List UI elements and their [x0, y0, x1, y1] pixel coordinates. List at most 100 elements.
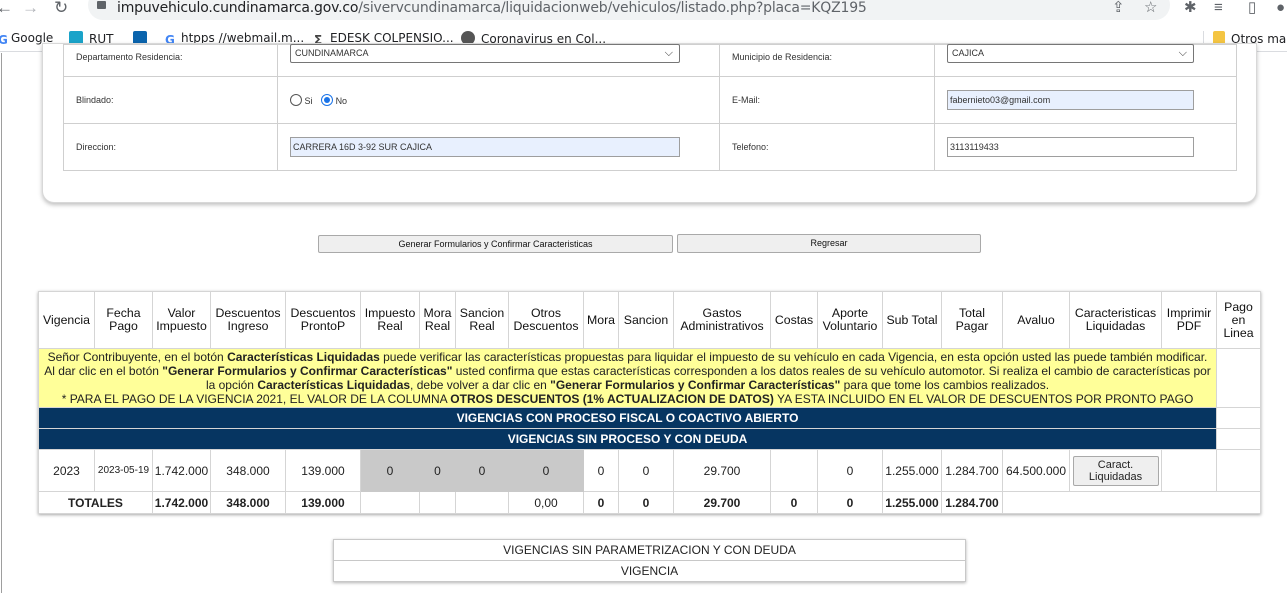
total-valor-impuesto: 1.742.000	[152, 491, 211, 514]
col-fecha-pago: Fecha Pago	[94, 291, 153, 349]
info-notice-row: Señor Contribuyente, en el botón Caracte…	[38, 348, 1261, 408]
vehicle-owner-form: Departamento Residencia: CUNDINAMARCA ⌵ M…	[42, 43, 1257, 203]
left-border	[1, 53, 2, 593]
cell-sancion-real: 0	[455, 449, 509, 492]
generate-forms-button[interactable]: Generar Formularios y Confirmar Caracter…	[318, 235, 673, 253]
info-bold: "Generar Formularios y Confirmar Caracte…	[162, 364, 453, 378]
sin-parametrizacion-vigencia-header: VIGENCIA	[333, 560, 966, 582]
col-avaluo: Avaluo	[1002, 291, 1070, 349]
email-field[interactable]: fabernieto03@gmail.com	[947, 90, 1194, 110]
sin-parametrizacion-table: VIGENCIAS SIN PARAMETRIZACION Y CON DEUD…	[333, 539, 966, 582]
dept-select-value: CUNDINAMARCA	[295, 48, 369, 58]
lock-icon	[97, 1, 106, 9]
col-impuesto-real: Impuesto Real	[360, 291, 420, 349]
municipio-cell: CAJICA ⌵	[934, 44, 1237, 77]
dept-cell: CUNDINAMARCA ⌵	[277, 44, 720, 77]
cell-aporte: 0	[817, 449, 883, 492]
info-notice: Señor Contribuyente, en el botón Caracte…	[38, 348, 1217, 408]
sin-parametrizacion-title: VIGENCIAS SIN PARAMETRIZACION Y CON DEUD…	[333, 539, 966, 561]
info-blank-cell	[1216, 348, 1261, 408]
totals-label: TOTALES	[38, 491, 153, 514]
totals-row: TOTALES 1.742.000 348.000 139.000 0,00 0…	[38, 491, 1261, 514]
share-icon[interactable]: ⇪	[1112, 0, 1125, 16]
col-valor-impuesto: Valor Impuesto	[152, 291, 211, 349]
cell-caract: Caract. Liquidadas	[1069, 449, 1162, 492]
col-sancion-real: Sancion Real	[455, 291, 509, 349]
total-sub-total: 1.255.000	[882, 491, 942, 514]
total-total-pagar: 1.284.700	[941, 491, 1003, 514]
totals-blank	[1002, 491, 1261, 514]
owner-data-grid: Departamento Residencia: CUNDINAMARCA ⌵ M…	[63, 44, 1237, 171]
back-button[interactable]: Regresar	[677, 234, 981, 253]
info-note-bold: OTROS DESCUENTOS (1% ACTUALIZACION DE DA…	[450, 392, 774, 406]
back-icon[interactable]: ←	[0, 0, 13, 16]
col-aporte-voluntario: Aporte Voluntario	[817, 291, 883, 349]
band-blank-cell	[1216, 407, 1261, 429]
browser-toolbar: ← → ↻ impuvehiculo.cundinamarca.gov.co/s…	[0, 0, 1287, 26]
forward-icon[interactable]: →	[22, 0, 39, 16]
band-fiscal-row: VIGENCIAS CON PROCESO FISCAL O COACTIVO …	[38, 407, 1261, 429]
col-vigencia: Vigencia	[38, 291, 95, 349]
reload-icon[interactable]: ↻	[54, 0, 68, 16]
cell-vigencia: 2023	[38, 449, 95, 492]
direccion-cell: CARRERA 16D 3-92 SUR CAJICA	[277, 123, 720, 171]
info-bold: Características Liquidadas	[257, 378, 411, 392]
municipio-select[interactable]: CAJICA ⌵	[947, 44, 1194, 63]
cell-mora: 0	[583, 449, 619, 492]
info-note: * PARA EL PAGO DE LA VIGENCIA 2021, EL V…	[61, 392, 451, 406]
blindado-si-label: Si	[304, 96, 313, 106]
profile-icon[interactable]: ●	[1276, 0, 1285, 16]
info-text: para que tome los cambios realizados.	[840, 378, 1050, 392]
municipio-label: Municipio de Residencia:	[719, 44, 935, 77]
table-row: 2023 2023-05-19 1.742.000 348.000 139.00…	[38, 449, 1261, 492]
cell-fecha-pago: 2023-05-19	[94, 449, 153, 492]
direccion-field[interactable]: CARRERA 16D 3-92 SUR CAJICA	[290, 137, 680, 157]
col-pago-en-linea: Pago en Linea	[1216, 291, 1261, 349]
col-costas: Costas	[770, 291, 818, 349]
col-otros-descuentos: Otros Descuentos	[508, 291, 584, 349]
caract-liquidadas-button[interactable]: Caract. Liquidadas	[1072, 455, 1159, 486]
url-text[interactable]: impuvehiculo.cundinamarca.gov.co/sivervc…	[117, 0, 867, 16]
bookmark-star-icon[interactable]: ☆	[1144, 0, 1157, 16]
total-descuentos-ingreso: 348.000	[210, 491, 286, 514]
info-bold: Características Liquidadas	[227, 350, 380, 364]
band-sin-proceso-row: VIGENCIAS SIN PROCESO Y CON DEUDA	[38, 428, 1261, 450]
cell-gastos: 29.700	[673, 449, 771, 492]
blindado-cell: Si No	[277, 76, 720, 124]
liquidation-table: Vigencia Fecha Pago Valor Impuesto Descu…	[38, 291, 1261, 514]
dept-select[interactable]: CUNDINAMARCA ⌵	[290, 44, 680, 63]
side-panel-icon[interactable]: ▯	[1248, 0, 1256, 16]
cell-otros-descuentos: 0	[508, 449, 584, 492]
cell-descuentos-prontop: 139.000	[285, 449, 361, 492]
cell-costas	[770, 449, 818, 492]
email-cell: fabernieto03@gmail.com	[934, 76, 1237, 124]
band-sin-proceso: VIGENCIAS SIN PROCESO Y CON DEUDA	[38, 428, 1217, 450]
info-note: YA ESTA INCLUIDO EN EL VALOR DE DESCUENT…	[773, 392, 1194, 406]
blindado-si-radio[interactable]	[290, 94, 302, 106]
extensions-icon[interactable]: ✱	[1184, 0, 1197, 16]
col-total-pagar: Total Pagar	[941, 291, 1003, 349]
blindado-no-label: No	[335, 96, 348, 106]
dept-label: Departamento Residencia:	[63, 44, 278, 77]
direccion-label: Direccion:	[63, 123, 278, 171]
cell-total-pagar: 1.284.700	[941, 449, 1003, 492]
cell-sub-total: 1.255.000	[882, 449, 942, 492]
blindado-no-radio[interactable]	[321, 94, 334, 106]
media-icon[interactable]: ≡	[1214, 0, 1223, 16]
col-imprimir-pdf: Imprimir PDF	[1161, 291, 1217, 349]
total-gastos: 29.700	[673, 491, 771, 514]
telefono-field[interactable]: 3113119433	[947, 137, 1194, 157]
col-gastos-administrativos: Gastos Administrativos	[673, 291, 771, 349]
cell-valor-impuesto: 1.742.000	[152, 449, 211, 492]
col-mora-real: Mora Real	[419, 291, 456, 349]
municipio-select-value: CAJICA	[952, 48, 985, 58]
col-mora: Mora	[583, 291, 619, 349]
cell-sancion: 0	[618, 449, 674, 492]
band-fiscal-proceso: VIGENCIAS CON PROCESO FISCAL O COACTIVO …	[38, 407, 1217, 429]
col-descuentos-ingreso: Descuentos Ingreso	[210, 291, 286, 349]
col-sancion: Sancion	[618, 291, 674, 349]
info-text: Señor Contribuyente, en el botón	[47, 350, 228, 364]
cell-mora-real: 0	[419, 449, 456, 492]
cell-impuesto-real: 0	[360, 449, 420, 492]
total-otros-descuentos: 0,00	[508, 491, 584, 514]
